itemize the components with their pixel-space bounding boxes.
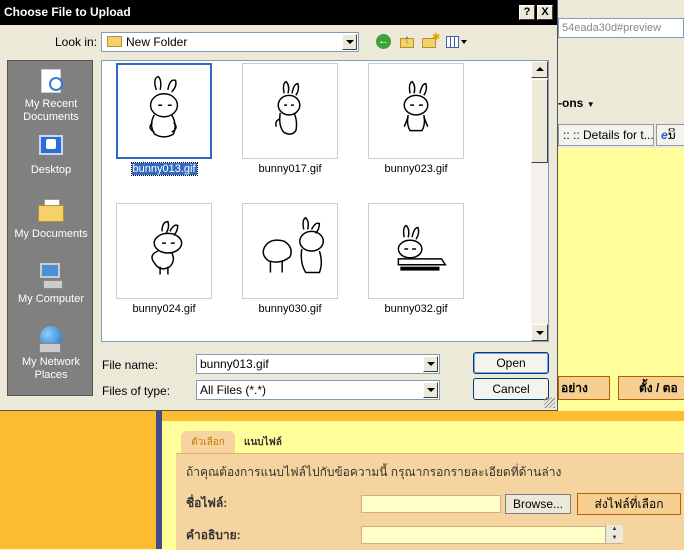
new-folder-button[interactable]: ✱ xyxy=(420,32,440,52)
address-text: 54eada30d#preview xyxy=(562,22,662,34)
bunny-thumbnail xyxy=(116,63,212,159)
dialog-title: Choose File to Upload xyxy=(4,5,131,19)
place-my-documents[interactable]: My Documents xyxy=(8,197,94,241)
network-places-icon xyxy=(37,325,65,353)
scroll-up-button[interactable] xyxy=(531,61,548,78)
file-name: bunny023.gif xyxy=(384,163,448,175)
sparkle-icon: ✱ xyxy=(432,32,441,43)
chevron-down-icon[interactable] xyxy=(423,356,438,372)
page-button-preview-label: อย่าง xyxy=(561,381,588,395)
send-file-button[interactable]: ส่งไฟล์ที่เลือก xyxy=(577,493,681,515)
browser-tab-details[interactable]: :: :: Details for t... xyxy=(558,124,654,146)
place-my-computer[interactable]: My Computer xyxy=(8,262,94,306)
file-item[interactable]: bunny032.gif xyxy=(366,201,466,331)
folder-icon xyxy=(107,36,122,47)
file-item[interactable]: bunny024.gif xyxy=(114,201,214,331)
file-item[interactable]: bunny023.gif xyxy=(366,61,466,191)
menu-addons-label: -ons xyxy=(558,96,584,110)
chevron-down-icon[interactable] xyxy=(423,382,438,398)
place-label: My Recent Documents xyxy=(23,98,79,123)
ie-icon: e xyxy=(661,128,668,142)
files-of-type-label: Files of type: xyxy=(102,384,171,398)
tab-attach-files-label: แนบไฟล์ xyxy=(244,437,282,448)
page-content xyxy=(558,148,684,413)
file-name-label: File name: xyxy=(102,358,159,372)
address-bar[interactable]: 54eada30d#preview xyxy=(558,18,684,38)
places-bar: My Recent Documents Desktop My Documents… xyxy=(7,60,93,396)
attachment-description-label: คำอธิบาย: xyxy=(186,528,241,542)
browser-tab-second[interactable]: eນິ xyxy=(656,124,684,146)
tab-options[interactable]: ตัวเลือก xyxy=(181,431,235,455)
resize-grip-icon[interactable] xyxy=(544,397,555,408)
up-folder-button[interactable]: ↑ xyxy=(398,32,418,52)
bunny-thumbnail xyxy=(242,203,338,299)
bunny-thumbnail xyxy=(242,63,338,159)
file-list[interactable]: bunny013.gif bunny017.gif bunny023.gif b… xyxy=(101,60,549,342)
file-name: bunny030.gif xyxy=(258,303,322,315)
description-spinner[interactable]: ▲ ▼ xyxy=(605,525,623,543)
help-button[interactable]: ? xyxy=(519,5,535,20)
place-desktop[interactable]: Desktop xyxy=(8,133,94,177)
dialog-titlebar[interactable]: Choose File to Upload ? X xyxy=(0,0,557,25)
look-in-value: New Folder xyxy=(126,35,188,49)
close-button[interactable]: X xyxy=(537,5,553,20)
look-in-dropdown[interactable]: New Folder xyxy=(101,32,359,52)
view-grid-icon xyxy=(446,36,459,48)
my-computer-icon xyxy=(37,262,65,290)
view-menu-button[interactable] xyxy=(444,32,470,52)
tab-attach-files[interactable]: แนบไฟล์ xyxy=(244,432,282,454)
attachment-description-input[interactable] xyxy=(361,526,623,544)
file-name: bunny032.gif xyxy=(384,303,448,315)
menu-arrow-icon: ▼ xyxy=(586,100,595,109)
browse-button[interactable]: Browse... xyxy=(505,494,571,514)
file-item[interactable]: bunny013.gif xyxy=(114,61,214,191)
place-label: My Computer xyxy=(17,293,85,305)
scroll-down-button[interactable] xyxy=(531,324,548,341)
open-button[interactable]: Open xyxy=(473,352,549,374)
back-button[interactable]: ← xyxy=(374,32,394,52)
look-in-label: Look in: xyxy=(55,35,98,49)
attachment-description: ถ้าคุณต้องการแนบไฟล์ไปกับข้อความนี้ กรุณ… xyxy=(186,465,562,479)
file-name: bunny024.gif xyxy=(132,303,196,315)
up-arrow-icon: ↑ xyxy=(404,32,410,46)
back-arrow-icon: ← xyxy=(376,34,391,49)
choose-file-dialog: Choose File to Upload ? X Look in: New F… xyxy=(0,0,558,411)
attachment-filename-label: ชื่อไฟล์: xyxy=(186,496,228,510)
attachment-filename-input[interactable] xyxy=(361,495,501,513)
tab-options-label: ตัวเลือก xyxy=(191,437,225,448)
file-item[interactable]: bunny030.gif xyxy=(240,201,340,331)
page-button-settings[interactable]: ตั้ง / ตอ xyxy=(618,376,684,400)
place-recent-documents[interactable]: My Recent Documents xyxy=(8,67,94,124)
page-button-preview[interactable]: อย่าง xyxy=(558,376,610,400)
vertical-scrollbar[interactable] xyxy=(531,61,548,341)
file-name: bunny013.gif xyxy=(130,162,198,176)
scroll-thumb[interactable] xyxy=(531,79,548,163)
place-label: Desktop xyxy=(30,164,72,176)
page-button-settings-label: ตั้ง / ตอ xyxy=(639,381,678,395)
place-label: My Network Places xyxy=(21,356,81,381)
gold-band xyxy=(162,411,684,421)
cancel-button[interactable]: Cancel xyxy=(473,378,549,400)
bunny-thumbnail xyxy=(368,63,464,159)
file-name-value: bunny013.gif xyxy=(200,357,269,371)
chevron-down-icon[interactable] xyxy=(342,34,357,50)
left-orange-strip xyxy=(0,411,156,549)
menu-addons[interactable]: -ons ▼ xyxy=(558,96,595,110)
file-name: bunny017.gif xyxy=(258,163,322,175)
bunny-thumbnail xyxy=(116,203,212,299)
my-documents-icon xyxy=(37,197,65,225)
bunny-thumbnail xyxy=(368,203,464,299)
files-of-type-select[interactable]: All Files (*.*) xyxy=(196,380,440,400)
file-item[interactable]: bunny017.gif xyxy=(240,61,340,191)
recent-documents-icon xyxy=(37,67,65,95)
browser-tab-label: :: :: Details for t... xyxy=(563,128,654,142)
place-label: My Documents xyxy=(14,228,88,240)
file-name-field[interactable]: bunny013.gif xyxy=(196,354,440,374)
place-network-places[interactable]: My Network Places xyxy=(8,325,94,382)
desktop-icon xyxy=(37,133,65,161)
chevron-down-icon xyxy=(461,40,467,44)
files-of-type-value: All Files (*.*) xyxy=(200,383,267,397)
browser-tab2-label: ນິ xyxy=(667,128,676,142)
